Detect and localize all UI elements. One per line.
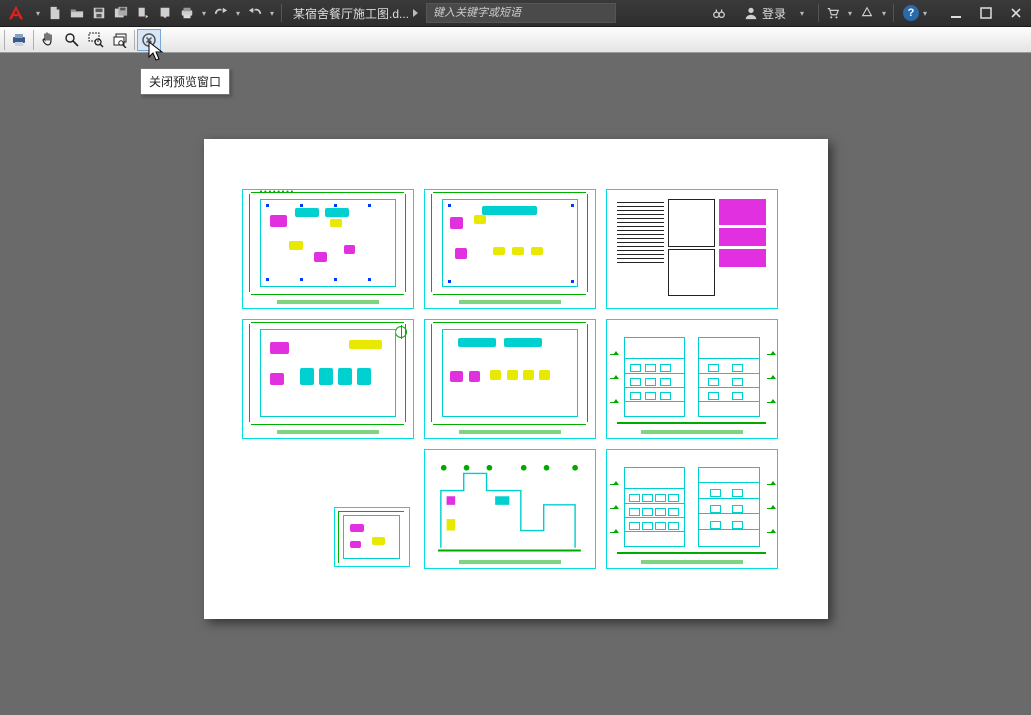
pan-icon[interactable] <box>36 29 60 51</box>
preview-toolbar <box>0 27 1031 53</box>
separator <box>134 30 135 50</box>
separator <box>281 4 282 22</box>
print-preview-page: ● ● ● ● ● ● ● ● <box>204 139 828 619</box>
help-dropdown-icon[interactable]: ▾ <box>919 2 931 24</box>
search-input[interactable] <box>426 3 616 23</box>
share-icon[interactable] <box>856 2 878 24</box>
maximize-button[interactable] <box>971 2 1001 24</box>
redo-icon[interactable] <box>244 2 266 24</box>
separator <box>893 4 894 22</box>
help-icon[interactable]: ? <box>903 5 919 21</box>
save-icon[interactable] <box>88 2 110 24</box>
plot-dropdown-icon[interactable]: ▾ <box>198 2 210 24</box>
sheet-7-blank <box>242 449 414 569</box>
cloud-open-icon[interactable] <box>132 2 154 24</box>
close-preview-icon[interactable] <box>137 29 161 51</box>
separator <box>4 30 5 50</box>
sheet-4-plan <box>242 319 414 439</box>
zoom-previous-icon[interactable] <box>108 29 132 51</box>
login-dropdown-icon[interactable]: ▾ <box>796 2 808 24</box>
sheet-1-plan: ● ● ● ● ● ● ● ● <box>242 189 414 309</box>
sheet-8-section <box>424 449 596 569</box>
separator <box>33 30 34 50</box>
zoom-icon[interactable] <box>60 29 84 51</box>
sheet-5-plan <box>424 319 596 439</box>
plot-icon[interactable] <box>176 2 198 24</box>
cart-icon[interactable] <box>822 2 844 24</box>
sheet-3-schedule <box>606 189 778 309</box>
minimize-button[interactable] <box>941 2 971 24</box>
redo-dropdown-icon[interactable]: ▾ <box>266 2 278 24</box>
sheet-2-plan <box>424 189 596 309</box>
undo-icon[interactable] <box>210 2 232 24</box>
sheet-7-stair-detail <box>334 507 410 567</box>
open-icon[interactable] <box>66 2 88 24</box>
undo-dropdown-icon[interactable]: ▾ <box>232 2 244 24</box>
login-button[interactable]: 登录 <box>744 5 786 22</box>
cart-dropdown-icon[interactable]: ▾ <box>844 2 856 24</box>
plot-icon[interactable] <box>7 29 31 51</box>
close-button[interactable] <box>1001 2 1031 24</box>
sheet-9-elevation <box>606 449 778 569</box>
app-logo[interactable] <box>4 2 28 24</box>
cloud-save-icon[interactable] <box>154 2 176 24</box>
sheet-6-elevation <box>606 319 778 439</box>
preview-canvas[interactable]: ● ● ● ● ● ● ● ● <box>0 53 1031 715</box>
zoom-window-icon[interactable] <box>84 29 108 51</box>
new-icon[interactable] <box>44 2 66 24</box>
separator <box>818 4 819 22</box>
binoculars-icon[interactable] <box>708 2 730 24</box>
title-bar: ▾ ▾ ▾ ▾ 某宿舍餐厅施工图.d... 登录 ▾ <box>0 0 1031 27</box>
doc-switch-icon[interactable] <box>413 9 418 17</box>
saveas-icon[interactable] <box>110 2 132 24</box>
login-label: 登录 <box>762 5 786 22</box>
share-dropdown-icon[interactable]: ▾ <box>878 2 890 24</box>
document-title: 某宿舍餐厅施工图.d... <box>293 5 409 22</box>
app-menu-dropdown-icon[interactable]: ▾ <box>32 2 44 24</box>
